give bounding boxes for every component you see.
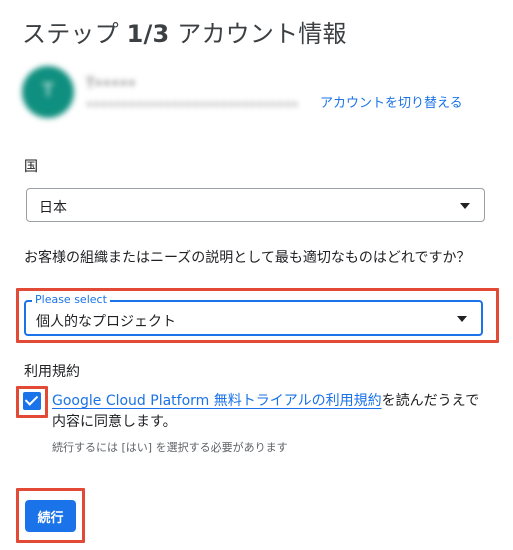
step-indicator: 1/3: [126, 20, 170, 48]
checkmark-icon: [24, 392, 39, 406]
account-email: ••••••••••••••••••••••••••••••: [86, 98, 299, 112]
organization-select-label: Please select: [32, 293, 110, 307]
terms-checkbox[interactable]: [23, 392, 41, 410]
country-select[interactable]: 日本: [26, 188, 485, 222]
switch-account-link[interactable]: アカウントを切り替える: [320, 92, 463, 111]
title-suffix: アカウント情報: [177, 20, 347, 48]
country-label: 国: [24, 159, 38, 175]
terms-link[interactable]: Google Cloud Platform 無料トライアルの利用規約: [52, 393, 382, 409]
page-title: ステップ 1/3 アカウント情報: [22, 14, 347, 49]
organization-question: お客様の組織またはニーズの説明として最も適切なものはどれですか？: [24, 250, 471, 266]
account-name: T•••••: [86, 76, 136, 92]
dropdown-arrow-icon: [460, 203, 470, 209]
terms-label: 利用規約: [24, 364, 80, 380]
avatar-initial: T: [42, 80, 54, 101]
country-select-value: 日本: [39, 200, 67, 216]
terms-helper-text: 続行するには [はい] を選択する必要があります: [52, 441, 288, 454]
avatar: T: [22, 66, 74, 118]
dropdown-arrow-icon: [457, 316, 467, 322]
terms-agreement: Google Cloud Platform 無料トライアルの利用規約を読んだうえ…: [52, 391, 492, 433]
organization-select-value: 個人的なプロジェクト: [36, 314, 176, 330]
title-prefix: ステップ: [22, 20, 119, 48]
continue-button[interactable]: 続行: [25, 500, 76, 532]
